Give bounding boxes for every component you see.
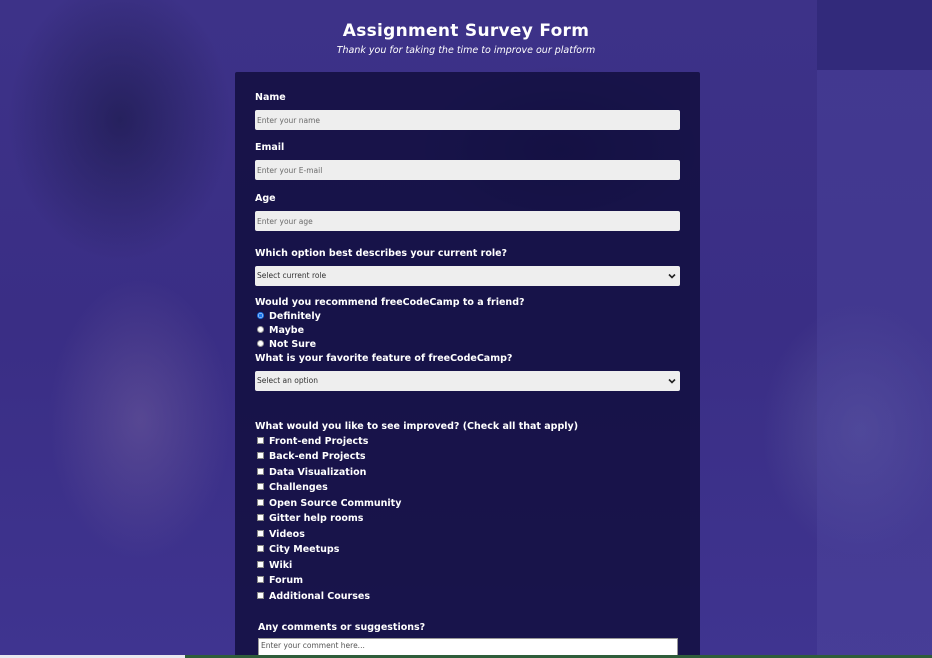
email-label: Email: [255, 142, 285, 153]
checkbox-item[interactable]: Back-end Projects: [257, 451, 366, 463]
checkbox[interactable]: [257, 592, 264, 599]
age-input[interactable]: [255, 211, 680, 231]
checkbox[interactable]: [257, 483, 264, 490]
role-select[interactable]: Select current role: [255, 266, 680, 286]
feature-select-value: Select an option: [257, 376, 318, 385]
chevron-down-icon: [668, 378, 676, 384]
checkbox-label: Open Source Community: [269, 498, 402, 509]
chevron-down-icon: [668, 273, 676, 279]
checkbox-item[interactable]: Videos: [257, 529, 305, 541]
checkbox[interactable]: [257, 561, 264, 568]
radio-not-sure[interactable]: Not Sure: [257, 339, 316, 351]
checkbox-label: City Meetups: [269, 544, 340, 555]
radio-button[interactable]: [257, 326, 264, 333]
checkbox[interactable]: [257, 576, 264, 583]
checkbox-item[interactable]: Forum: [257, 575, 303, 587]
checkbox-label: Videos: [269, 529, 305, 540]
background-right-panel: [817, 0, 932, 658]
checkbox-label: Front-end Projects: [269, 436, 369, 447]
checkbox-item[interactable]: Wiki: [257, 560, 292, 572]
checkbox[interactable]: [257, 468, 264, 475]
checkbox[interactable]: [257, 545, 264, 552]
checkbox-label: Gitter help rooms: [269, 513, 364, 524]
improve-label: What would you like to see improved? (Ch…: [255, 421, 579, 432]
feature-label: What is your favorite feature of freeCod…: [255, 353, 513, 364]
page-subtitle: Thank you for taking the time to improve…: [336, 45, 596, 56]
checkbox[interactable]: [257, 452, 264, 459]
checkbox-label: Back-end Projects: [269, 451, 366, 462]
page-header: Assignment Survey Form Thank you for tak…: [0, 18, 932, 58]
checkbox-item[interactable]: City Meetups: [257, 544, 339, 556]
checkbox-item[interactable]: Open Source Community: [257, 498, 401, 510]
radio-label: Not Sure: [269, 339, 317, 350]
comments-label: Any comments or suggestions?: [258, 622, 426, 633]
radio-label: Maybe: [269, 325, 305, 336]
checkbox-label: Challenges: [269, 482, 328, 493]
role-label: Which option best describes your current…: [255, 248, 508, 259]
checkbox-item[interactable]: Additional Courses: [257, 591, 370, 603]
radio-definitely[interactable]: Definitely: [257, 311, 321, 323]
name-label: Name: [255, 92, 286, 103]
survey-form: Name Email Age Which option best describ…: [235, 72, 700, 658]
feature-select[interactable]: Select an option: [255, 371, 680, 391]
checkbox-label: Data Visualization: [269, 467, 367, 478]
checkbox-item[interactable]: Challenges: [257, 482, 328, 494]
radio-label: Definitely: [269, 311, 321, 322]
age-label: Age: [255, 193, 276, 204]
checkbox-item[interactable]: Data Visualization: [257, 467, 366, 479]
recommend-label: Would you recommend freeCodeCamp to a fr…: [255, 297, 525, 308]
name-input[interactable]: [255, 110, 680, 130]
radio-button-selected[interactable]: [257, 312, 264, 319]
checkbox-label: Wiki: [269, 560, 293, 571]
checkbox-label: Additional Courses: [269, 591, 370, 602]
page-title: Assignment Survey Form: [342, 21, 590, 41]
radio-button[interactable]: [257, 340, 264, 347]
checkbox-item[interactable]: Gitter help rooms: [257, 513, 363, 525]
checkbox-item[interactable]: Front-end Projects: [257, 436, 368, 448]
checkbox-label: Forum: [269, 575, 303, 586]
role-select-value: Select current role: [257, 271, 327, 280]
radio-maybe[interactable]: Maybe: [257, 325, 304, 337]
checkbox[interactable]: [257, 530, 264, 537]
checkbox[interactable]: [257, 514, 264, 521]
email-input[interactable]: [255, 160, 680, 180]
checkbox[interactable]: [257, 499, 264, 506]
checkbox[interactable]: [257, 437, 264, 444]
